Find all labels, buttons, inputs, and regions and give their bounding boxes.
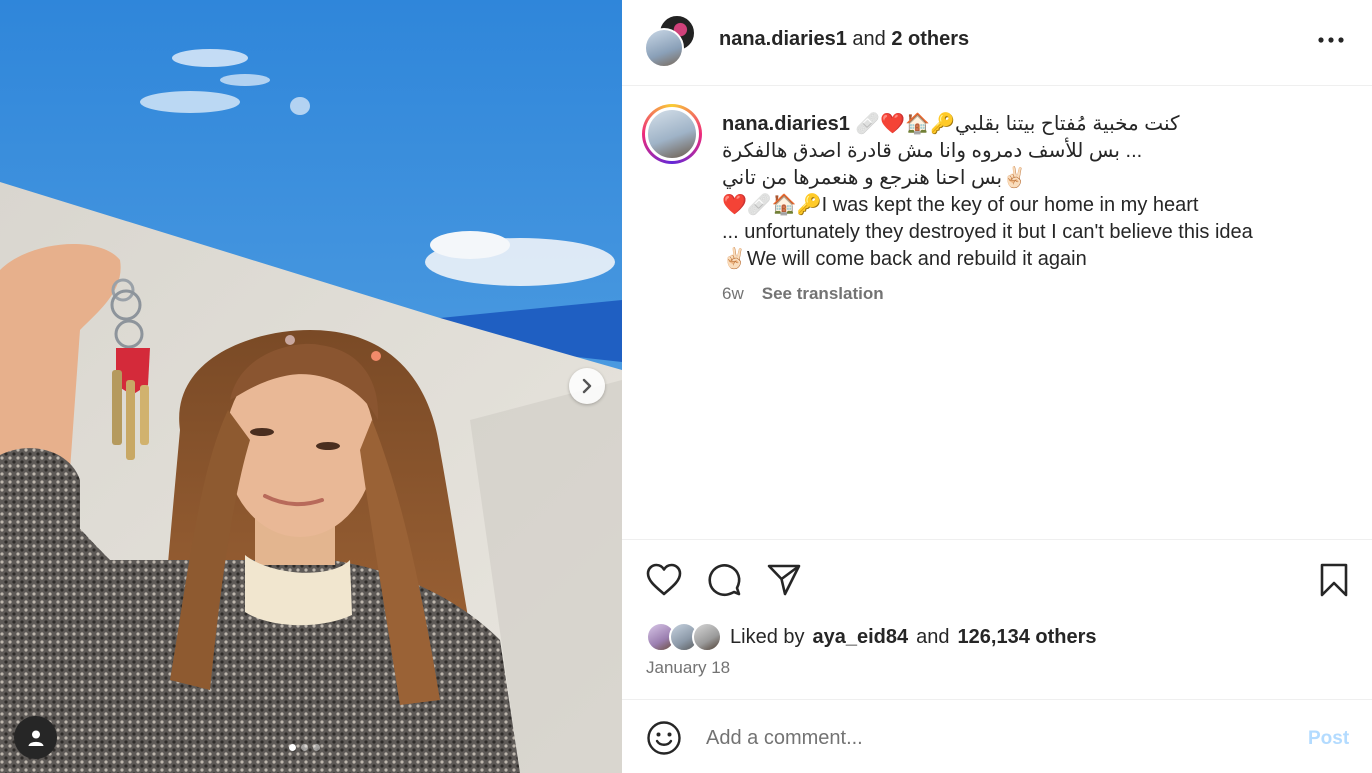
user-tags-button[interactable] [14, 716, 57, 759]
share-icon [767, 564, 801, 596]
more-options-icon [1318, 37, 1344, 43]
author-username[interactable]: nana.diaries1 [719, 28, 847, 50]
caption-line-text: 🩹❤️🏠🔑كنت مخبية مُفتاح بيتنا بقلبي [855, 113, 1180, 135]
caption-line: ❤️🩹🏠🔑I was kept the key of our home in m… [722, 194, 1199, 216]
caption-line: nana.diaries1 🩹❤️🏠🔑كنت مخبية مُفتاح بيتن… [722, 111, 1342, 138]
caption-line: بس احنا هنرجع و هنعمرها من تاني✌🏻 [722, 167, 1027, 189]
bookmark-icon [1320, 563, 1348, 597]
collab-avatars[interactable] [644, 14, 696, 68]
post-actions: Liked by aya_eid84 and 126,134 others Ja… [622, 539, 1372, 699]
like-button[interactable] [644, 560, 684, 600]
caption-line: بس للأسف دمروه وانا مش قادرة اصدق هالفكر… [722, 140, 1143, 162]
heart-icon [646, 563, 682, 596]
liked-by-user[interactable]: aya_eid84 [813, 626, 909, 649]
carousel-indicator [289, 744, 320, 751]
save-button[interactable] [1314, 560, 1354, 600]
avatar [692, 622, 722, 652]
post-age: 6w [722, 284, 744, 303]
comment-icon [708, 564, 741, 597]
caption-meta: 6w See translation [722, 284, 884, 304]
comment-input[interactable] [706, 720, 1266, 756]
post-details-panel: nana.diaries1 and 2 others nana.diaries1… [622, 0, 1372, 773]
caption-line: ... unfortunately they destroyed it but … [722, 221, 1253, 243]
post-photo [0, 0, 622, 773]
caption-username[interactable]: nana.diaries1 [722, 113, 850, 135]
caption-section: nana.diaries1 🩹❤️🏠🔑كنت مخبية مُفتاح بيتن… [622, 87, 1372, 539]
user-tag-icon [28, 730, 43, 746]
comment-button[interactable] [704, 560, 744, 600]
emoji-button[interactable] [646, 720, 682, 756]
share-button[interactable] [764, 560, 804, 600]
liked-by-avatars [646, 622, 722, 652]
caption-text: nana.diaries1 🩹❤️🏠🔑كنت مخبية مُفتاح بيتن… [722, 111, 1342, 273]
post-header: nana.diaries1 and 2 others [622, 0, 1372, 86]
caption-line: ✌🏻We will come back and rebuild it again [722, 248, 1087, 270]
carousel-dot [313, 744, 320, 751]
post-date: January 18 [646, 658, 731, 677]
and-text: and [852, 28, 886, 50]
post-authors: nana.diaries1 and 2 others [719, 28, 969, 51]
comment-bar: Post [622, 699, 1372, 773]
carousel-next-button[interactable] [569, 368, 605, 404]
likes-summary: Liked by aya_eid84 and 126,134 others [646, 622, 1097, 652]
see-translation-button[interactable]: See translation [762, 284, 884, 304]
caption-avatar[interactable] [642, 104, 702, 164]
chevron-right-icon [582, 378, 592, 394]
and-text: and [916, 625, 950, 648]
avatar [644, 28, 684, 68]
more-options-button[interactable] [1315, 26, 1347, 54]
emoji-icon [647, 721, 681, 755]
post-comment-button[interactable]: Post [1308, 728, 1349, 750]
post-image [0, 0, 622, 773]
carousel-dot [289, 744, 296, 751]
liked-by-label: Liked by [730, 625, 805, 648]
others-link[interactable]: 2 others [891, 28, 969, 50]
carousel-dot [301, 744, 308, 751]
avatar [645, 107, 699, 161]
likes-count-link[interactable]: 126,134 others [958, 626, 1097, 649]
